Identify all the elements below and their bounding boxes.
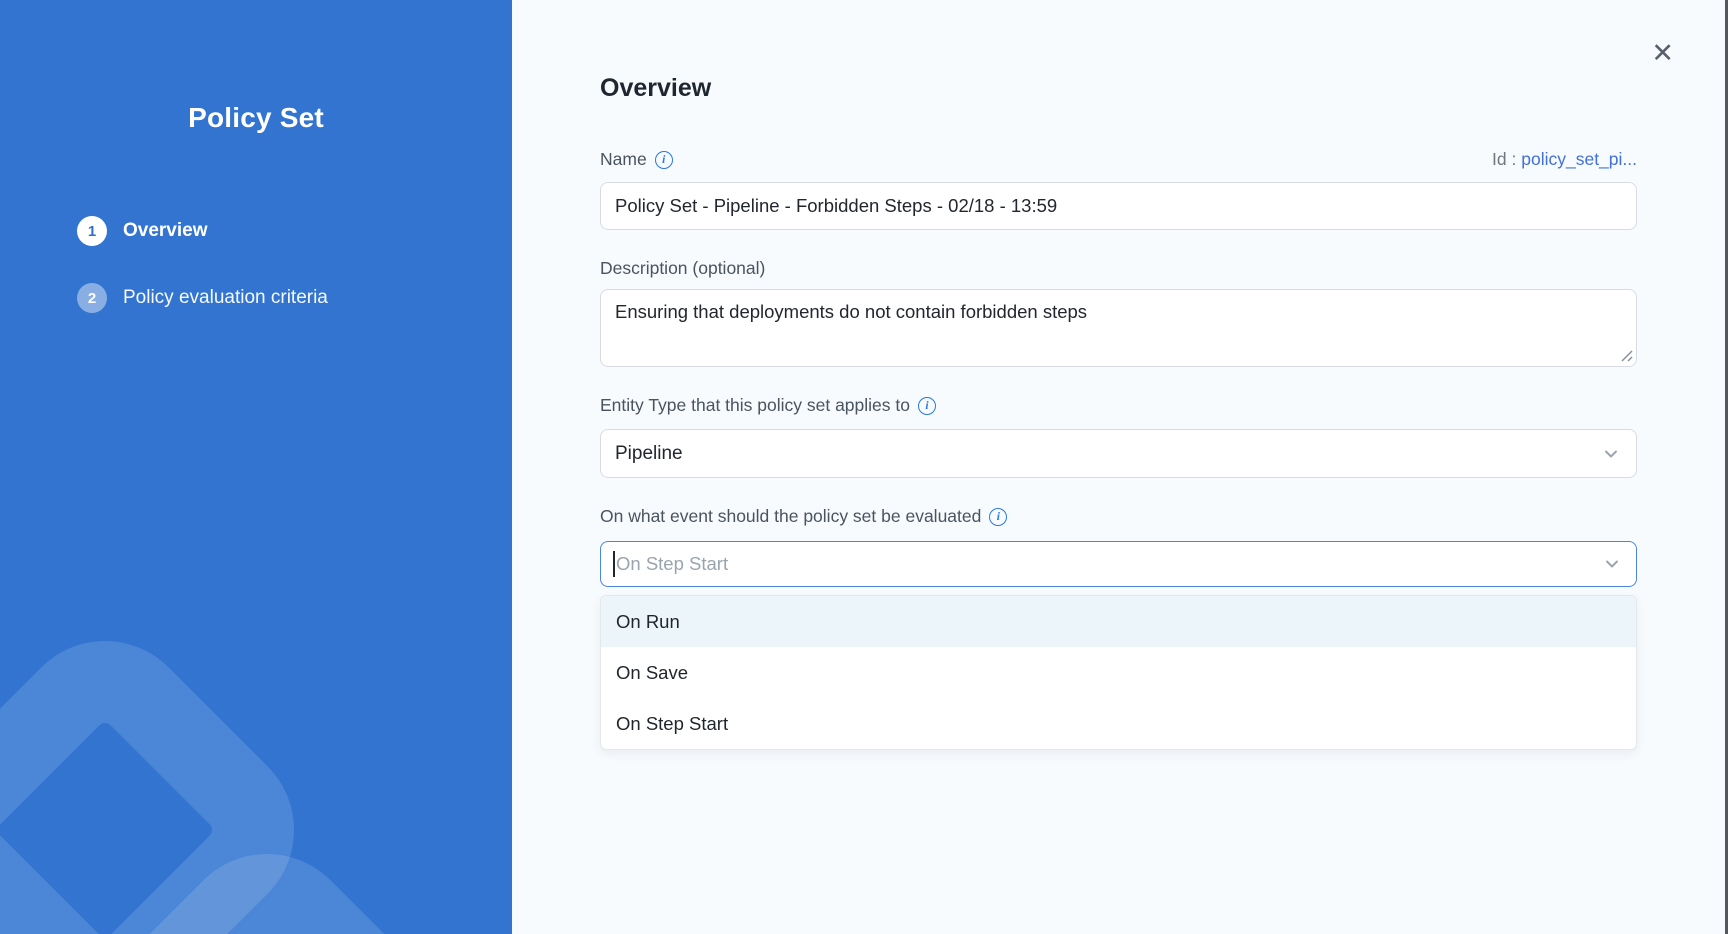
step-overview[interactable]: 1 Overview <box>77 216 512 246</box>
overview-form-panel: ✕ Overview Name i Id : policy_set_pi... … <box>512 0 1728 934</box>
close-icon[interactable]: ✕ <box>1651 40 1674 67</box>
dialog-title: Policy Set <box>0 102 512 134</box>
wizard-steps: 1 Overview 2 Policy evaluation criteria <box>0 216 512 313</box>
step-number-badge: 1 <box>77 216 107 246</box>
description-label: Description (optional) <box>600 258 1637 279</box>
menu-option-on-save[interactable]: On Save <box>601 647 1636 698</box>
policy-set-id: Id : policy_set_pi... <box>1492 149 1637 170</box>
description-field-wrap: Ensuring that deployments do not contain… <box>600 289 1637 367</box>
chevron-down-icon <box>1603 446 1619 462</box>
entity-type-select[interactable]: Pipeline <box>600 429 1637 478</box>
entity-type-selected-value: Pipeline <box>615 443 683 465</box>
event-options-menu: On Run On Save On Step Start <box>600 595 1637 750</box>
text-caret <box>613 551 615 577</box>
step-number-badge: 2 <box>77 283 107 313</box>
step-policy-evaluation-criteria[interactable]: 2 Policy evaluation criteria <box>77 283 512 313</box>
description-textarea[interactable]: Ensuring that deployments do not contain… <box>600 289 1637 367</box>
entity-type-label: Entity Type that this policy set applies… <box>600 395 1637 416</box>
page-title: Overview <box>600 0 1637 103</box>
menu-option-on-run[interactable]: On Run <box>601 596 1636 647</box>
step-label: Policy evaluation criteria <box>123 287 328 309</box>
chevron-down-icon <box>1604 556 1620 572</box>
event-label: On what event should the policy set be e… <box>600 506 1637 527</box>
info-icon[interactable]: i <box>655 151 673 169</box>
info-icon[interactable]: i <box>989 508 1007 526</box>
id-prefix-text: Id : <box>1492 149 1516 169</box>
event-combobox-wrap <box>600 541 1637 587</box>
policy-set-id-link[interactable]: policy_set_pi... <box>1521 149 1637 169</box>
event-combobox-input[interactable] <box>600 541 1637 587</box>
name-input[interactable] <box>600 182 1637 230</box>
step-label: Overview <box>123 220 208 242</box>
name-label-row: Name i Id : policy_set_pi... <box>600 149 1637 170</box>
event-label-text: On what event should the policy set be e… <box>600 506 981 527</box>
wizard-sidebar: Policy Set 1 Overview 2 Policy evaluatio… <box>0 0 512 934</box>
entity-type-label-text: Entity Type that this policy set applies… <box>600 395 910 416</box>
menu-option-on-step-start[interactable]: On Step Start <box>601 698 1636 749</box>
name-label-text: Name <box>600 149 647 170</box>
name-label: Name i <box>600 149 673 170</box>
info-icon[interactable]: i <box>918 397 936 415</box>
policy-set-dialog: Policy Set 1 Overview 2 Policy evaluatio… <box>0 0 1728 934</box>
